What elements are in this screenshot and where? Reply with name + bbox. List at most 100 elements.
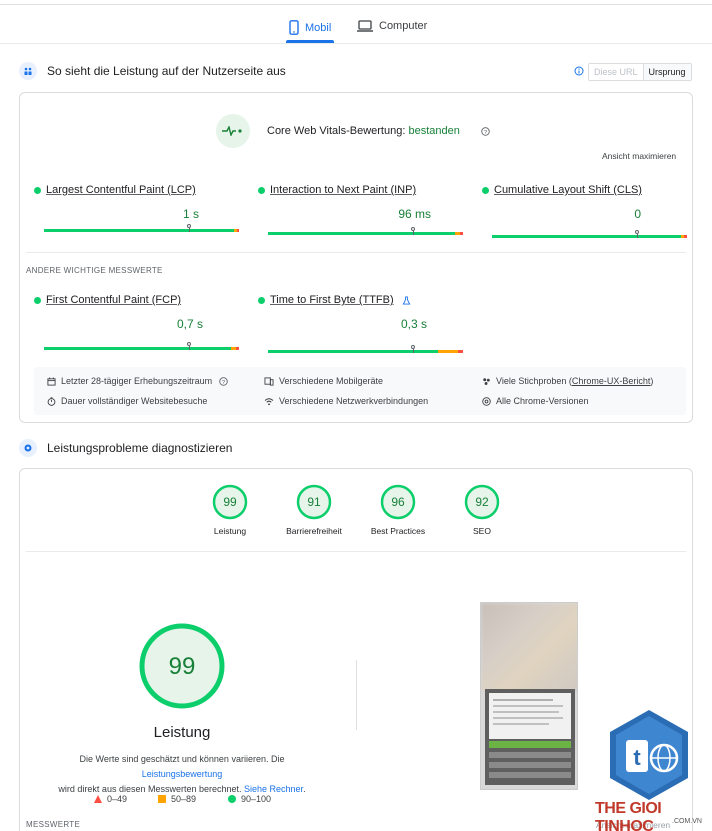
pass-dot [482, 186, 489, 194]
metric-fcp-label: First Contentful Paint (FCP) [46, 294, 182, 306]
tabs-divider [0, 43, 712, 44]
chrome-versions-text: Alle Chrome-Versionen [496, 396, 589, 406]
diagnose-title: Leistungsprobleme diagnostizieren [47, 441, 233, 455]
hexagon-logo-icon: t [610, 710, 688, 800]
score-ring: 99 [212, 484, 248, 520]
watermark-brand: THE GIOI TINHOC [595, 800, 662, 831]
metric-fcp[interactable]: First Contentful Paint (FCP) [34, 294, 181, 306]
legend-pass: 90–100 [228, 794, 271, 804]
score-value: 92 [475, 495, 489, 509]
legend-fail: 0–49 [94, 794, 127, 804]
wifi-icon [264, 397, 274, 405]
calendar-icon [47, 376, 56, 386]
metric-inp-value: 96 ms [398, 207, 431, 221]
origin-button[interactable]: Ursprung [643, 64, 691, 80]
metric-cls[interactable]: Cumulative Layout Shift (CLS) [482, 184, 642, 196]
metric-fcp-value: 0,7 s [176, 317, 203, 331]
score-label: SEO [473, 526, 491, 536]
chrome-ux-report-link[interactable]: Chrome-UX-Bericht [572, 376, 651, 386]
metric-cls-distribution-bar [492, 230, 687, 238]
pass-dot [34, 186, 41, 194]
score-value: 99 [223, 495, 237, 509]
score-label: Leistung [213, 526, 247, 536]
legend-average: 50–89 [158, 794, 196, 804]
info-icon[interactable] [574, 66, 584, 76]
page-screenshot-thumbnail[interactable] [480, 602, 578, 790]
devices-item: Verschiedene Mobilgeräte [264, 376, 383, 386]
disclaimer-text-1: Die Werte sind geschätzt und können vari… [79, 754, 285, 764]
disclaimer-text-2: wird direkt aus diesen Messwerten berech… [58, 784, 245, 794]
data-context-box [34, 367, 686, 415]
vertical-divider [356, 660, 357, 730]
network-item: Verschiedene Netzwerkverbindungen [264, 396, 428, 406]
metric-cls-label: Cumulative Layout Shift (CLS) [494, 184, 642, 196]
section-divider [26, 252, 686, 253]
help-icon[interactable]: ? [219, 376, 228, 386]
score-gauge-seo[interactable]: 92 SEO [456, 484, 508, 536]
score-disclaimer: Die Werte sind geschätzt und können vari… [40, 752, 324, 797]
fail-triangle-icon [94, 795, 102, 803]
metric-lcp-distribution-bar [44, 224, 239, 232]
score-value: 91 [307, 495, 321, 509]
legend-fail-range: 0–49 [107, 794, 128, 804]
pass-circle-icon [228, 795, 236, 803]
score-gauge-best-practices[interactable]: 96 Best Practices [366, 484, 430, 536]
score-label: Best Practices [370, 526, 426, 536]
metric-inp[interactable]: Interaction to Next Paint (INP) [258, 184, 416, 196]
diagnose-header: Leistungsprobleme diagnostizieren [19, 439, 232, 457]
cwv-assessment-result: bestanden [408, 125, 460, 137]
metric-ttfb[interactable]: Time to First Byte (TTFB) [258, 294, 411, 306]
this-url-button[interactable]: Diese URL [589, 64, 644, 80]
watermark-logo: t [606, 708, 692, 804]
calculator-link[interactable]: Siehe Rechner [244, 784, 303, 794]
watermark-domain: .COM.VN [672, 818, 702, 825]
metric-cls-value: 0 [634, 207, 641, 221]
laptop-icon [357, 20, 373, 32]
score-gauge-performance[interactable]: 99 Leistung [204, 484, 256, 536]
metric-lcp-label: Largest Contentful Paint (LCP) [46, 184, 196, 196]
score-gauge-accessibility[interactable]: 91 Barrierefreiheit [280, 484, 348, 536]
metric-ttfb-label: Time to First Byte (TTFB) [270, 294, 394, 306]
big-performance-gauge: 99 [139, 623, 225, 709]
devices-icon [264, 376, 274, 386]
disclaimer-end: . [303, 784, 306, 794]
samples-icon [483, 377, 490, 385]
score-ring: 96 [380, 484, 416, 520]
measurements-heading: MESSWERTE [26, 820, 81, 829]
p75-marker [635, 230, 639, 238]
experimental-flask-icon [402, 295, 411, 305]
big-score-label: Leistung [153, 724, 211, 741]
p75-marker [411, 345, 415, 353]
collection-period-item: Letzter 28-tägiger Erhebungszeitraum ? [47, 376, 228, 386]
p75-marker [187, 224, 191, 232]
metric-ttfb-distribution-bar [268, 345, 463, 353]
help-icon[interactable]: ? [481, 127, 490, 136]
tab-mobile[interactable]: Mobil [289, 20, 331, 35]
svg-text:t: t [633, 745, 641, 770]
visit-duration-item: Dauer vollständiger Websitebesuche [47, 396, 207, 406]
tab-computer[interactable]: Computer [357, 20, 427, 32]
users-icon [19, 62, 37, 80]
gauges-divider [26, 551, 686, 552]
visit-duration-text: Dauer vollständiger Websitebesuche [61, 396, 208, 406]
smartphone-icon [289, 20, 299, 35]
p75-marker [187, 342, 191, 350]
metric-fcp-distribution-bar [44, 342, 239, 350]
chrome-icon [482, 396, 491, 406]
tab-mobile-label: Mobil [305, 21, 332, 34]
big-score-value: 99 [169, 653, 196, 680]
score-label: Barrierefreiheit [286, 526, 342, 536]
url-origin-toggle: Diese URL Ursprung [588, 63, 692, 81]
samples-prefix: Viele Stichproben ( [496, 376, 572, 386]
performance-score-link[interactable]: Leistungsbewertung [142, 769, 223, 779]
metric-ttfb-value: 0,3 s [400, 317, 427, 331]
legend-average-range: 50–89 [171, 794, 197, 804]
legend-pass-range: 90–100 [241, 794, 272, 804]
expand-view-link[interactable]: Ansicht maximieren [602, 151, 676, 161]
cwv-assessment-label: Core Web Vitals-Bewertung: [267, 125, 406, 137]
p75-marker [411, 227, 415, 235]
samples-suffix: ) [650, 376, 654, 386]
collection-period-text: Letzter 28-tägiger Erhebungszeitraum [61, 376, 213, 386]
metric-lcp[interactable]: Largest Contentful Paint (LCP) [34, 184, 196, 196]
chrome-versions-item: Alle Chrome-Versionen [482, 396, 589, 406]
